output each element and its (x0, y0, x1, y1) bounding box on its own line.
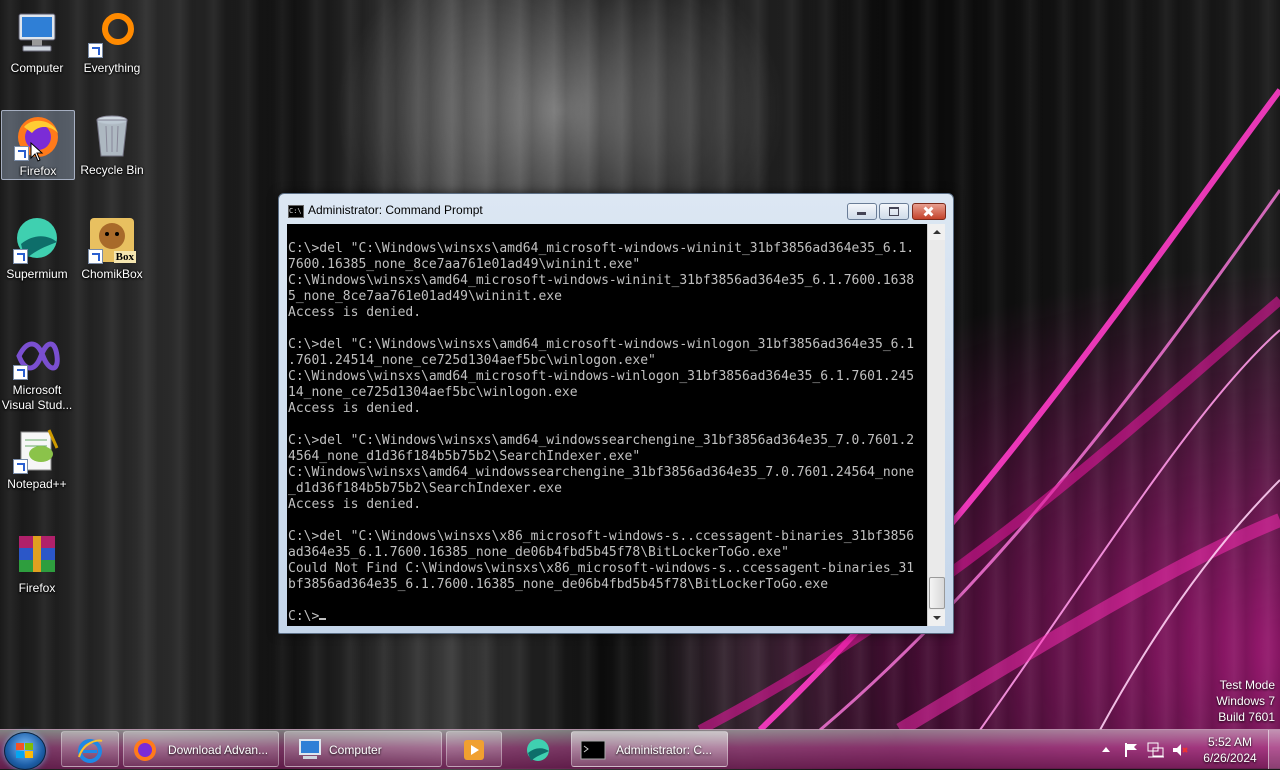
watermark-line-test-mode: Test Mode (1219, 678, 1275, 692)
shortcut-arrow-icon (13, 459, 28, 474)
maximize-button[interactable] (879, 203, 909, 220)
desktop-icon-computer[interactable]: Computer (1, 8, 73, 76)
console-line: Access is denied. (288, 497, 422, 512)
desktop-icon-everything[interactable]: Everything (76, 8, 148, 76)
console-line: C:\Windows\winsxs\amd64_windowssearcheng… (288, 465, 915, 480)
recycle-bin-icon (88, 112, 136, 160)
desktop-icon-label: Recycle Bin (80, 163, 144, 177)
task-label: Download Advan... (168, 743, 269, 757)
command-prompt-window[interactable]: C:\ Administrator: Command Prompt C:\>de… (278, 193, 954, 634)
test-mode-watermark: Test Mode Windows 7 Build 7601 (1216, 677, 1275, 725)
console-cursor (319, 618, 327, 620)
taskbar-task-command-prompt[interactable]: Administrator: C... (571, 731, 728, 767)
console-line: Access is denied. (288, 305, 422, 320)
desktop-icon-firefox-2[interactable]: Firefox (1, 528, 73, 596)
desktop-icon-label: Firefox (19, 164, 57, 178)
computer-icon (13, 10, 61, 58)
desktop-icon-label: Firefox (18, 581, 56, 595)
shortcut-arrow-icon (14, 146, 29, 161)
shortcut-arrow-icon (13, 365, 28, 380)
shortcut-arrow-icon (88, 249, 103, 264)
desktop-icon-label: ChomikBox (81, 267, 143, 281)
clock-time: 5:52 AM (1207, 735, 1253, 749)
scroll-up-arrow-icon[interactable] (928, 224, 945, 240)
taskbar-clock[interactable]: 5:52 AM 6/26/2024 (1198, 734, 1262, 766)
desktop-icon-label: Microsoft Visual Stud... (1, 383, 73, 412)
console-line: .7601.24514_none_ce725d1304aef5bc\winlog… (288, 353, 656, 368)
action-center-flag-icon[interactable] (1123, 742, 1139, 758)
everything-search-icon (88, 10, 136, 58)
desktop-icon-label: Computer (10, 61, 64, 75)
start-button[interactable] (4, 732, 46, 770)
supermium-icon (13, 216, 61, 264)
console-line: C:\Windows\winsxs\amd64_microsoft-window… (288, 273, 915, 288)
show-desktop-button[interactable] (1268, 730, 1280, 769)
console-line: 14_none_ce725d1304aef5bc\winlogon.exe (288, 385, 578, 400)
desktop-icon-visual-studio[interactable]: Microsoft Visual Stud... (1, 330, 73, 413)
desktop-icon-supermium[interactable]: Supermium (1, 214, 73, 282)
hamster-icon: Box (88, 216, 136, 264)
internet-explorer-icon (78, 739, 103, 763)
firefox-icon (134, 739, 156, 761)
scroll-down-arrow-icon[interactable] (928, 610, 945, 626)
console-line: Access is denied. (288, 401, 422, 416)
console-line: 5_none_8ce7aa761e01ad49\wininit.exe (288, 289, 562, 304)
taskbar: Download Advan... Computer Administrator… (0, 729, 1280, 770)
computer-icon (299, 739, 321, 759)
vertical-scrollbar[interactable] (927, 224, 945, 626)
volume-muted-icon[interactable] (1171, 742, 1189, 758)
desktop-icon-chomikbox[interactable]: Box ChomikBox (76, 214, 148, 282)
console-line: bf3856ad364e35_6.1.7600.16385_none_de06b… (288, 577, 829, 592)
chomikbox-badge: Box (113, 251, 136, 263)
desktop-icon-label: Notepad++ (7, 477, 67, 491)
task-label: Administrator: C... (616, 743, 713, 757)
minimize-button[interactable] (847, 203, 877, 220)
notepad-plus-plus-icon (13, 426, 61, 474)
console-line: C:\>del "C:\Windows\winsxs\amd64_microso… (288, 241, 915, 256)
windows-logo-icon (16, 743, 34, 759)
show-hidden-icons-chevron-icon[interactable] (1101, 745, 1111, 753)
console-line: Could Not Find C:\Windows\winsxs\x86_mic… (288, 561, 915, 576)
taskbar-pinned-supermium[interactable] (508, 731, 566, 767)
network-icon[interactable] (1147, 742, 1165, 758)
window-titlebar[interactable]: C:\ Administrator: Command Prompt (279, 194, 953, 224)
console-line: C:\>del "C:\Windows\winsxs\amd64_microso… (288, 337, 915, 352)
taskbar-pinned-media-player[interactable] (446, 731, 502, 767)
taskbar-task-computer[interactable]: Computer (284, 731, 442, 767)
console-text: C:\>del "C:\Windows\winsxs\amd64_microso… (287, 224, 927, 625)
console-line: 4564_none_d1d36f184b5b75b2\SearchIndexer… (288, 449, 641, 464)
console-line: C:\>del "C:\Windows\winsxs\x86_microsoft… (288, 529, 915, 544)
window-title: Administrator: Command Prompt (308, 203, 483, 217)
mouse-pointer-icon (30, 142, 44, 162)
taskbar-task-firefox[interactable]: Download Advan... (123, 731, 279, 767)
close-button[interactable] (912, 203, 946, 220)
media-player-icon (464, 740, 484, 760)
desktop-icon-notepad-plus-plus[interactable]: Notepad++ (1, 424, 73, 492)
console-line: C:\>del "C:\Windows\winsxs\amd64_windows… (288, 433, 915, 448)
console-output[interactable]: C:\>del "C:\Windows\winsxs\amd64_microso… (287, 224, 927, 626)
watermark-line-os: Windows 7 (1216, 694, 1275, 708)
taskbar-pinned-internet-explorer[interactable] (61, 731, 119, 767)
command-prompt-icon: C:\ (288, 205, 304, 218)
supermium-icon (527, 739, 549, 761)
console-line: 7600.16385_none_8ce7aa761e01ad49\wininit… (288, 257, 641, 272)
desktop-icon-label: Everything (83, 61, 141, 75)
console-line: _d1d36f184b5b75b2\SearchIndexer.exe (288, 481, 562, 496)
command-prompt-icon (580, 740, 606, 760)
console-prompt: C:\> (288, 609, 320, 624)
desktop-icon-label: Supermium (6, 267, 68, 281)
watermark-line-build: Build 7601 (1218, 710, 1275, 724)
clock-date: 6/26/2024 (1203, 751, 1257, 765)
shortcut-arrow-icon (88, 43, 103, 58)
visual-studio-icon (13, 332, 61, 380)
shortcut-arrow-icon (13, 249, 28, 264)
desktop-icon-recycle-bin[interactable]: Recycle Bin (76, 110, 148, 178)
scrollbar-thumb[interactable] (929, 577, 945, 609)
task-label: Computer (329, 743, 382, 757)
console-line: C:\Windows\winsxs\amd64_microsoft-window… (288, 369, 915, 384)
winrar-icon (13, 530, 61, 578)
console-line: ad364e35_6.1.7600.16385_none_de06b4fbd5b… (288, 545, 789, 560)
